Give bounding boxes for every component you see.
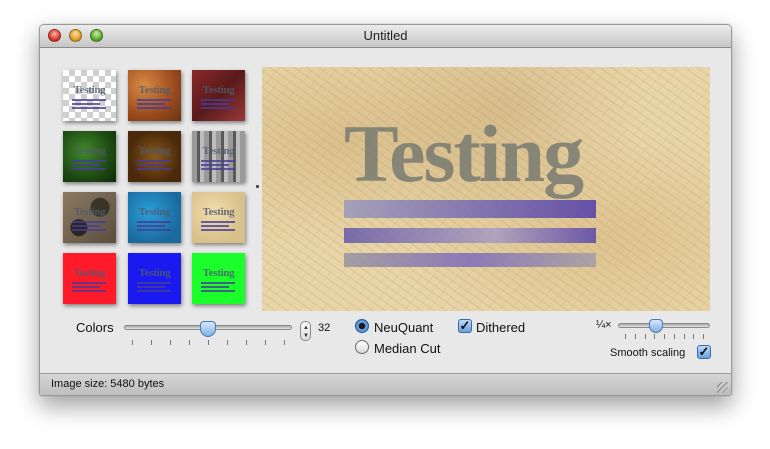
slider-tick — [644, 334, 646, 339]
smooth-scaling-label: Smooth scaling — [610, 347, 686, 359]
slider-tick — [132, 340, 133, 345]
zoom-slider[interactable] — [618, 323, 710, 328]
resize-grip-icon[interactable] — [717, 382, 728, 393]
preview-text: Testing — [344, 108, 584, 199]
stepper-down-icon[interactable]: ▼ — [302, 333, 310, 339]
zoom-slider-knob[interactable] — [649, 319, 664, 333]
slider-tick — [625, 334, 626, 339]
colors-label: Colors — [76, 320, 114, 335]
slider-tick — [265, 340, 266, 345]
neuquant-radio[interactable] — [355, 319, 369, 333]
neuquant-label: NeuQuant — [374, 320, 434, 335]
thumbnail-label: Testing — [138, 206, 171, 218]
thumbnail-maroon[interactable]: Testing — [192, 70, 245, 121]
thumbnail-label: Testing — [73, 267, 106, 279]
thumbnail-blue[interactable]: Testing — [128, 253, 181, 304]
thumbnail-rust[interactable]: Testing — [128, 70, 181, 121]
status-bar: Image size: 5480 bytes — [40, 373, 731, 395]
thumbnail-label: Testing — [202, 206, 235, 218]
preview-bar — [344, 253, 596, 267]
thumbnail-brown-texture[interactable]: Testing — [128, 131, 181, 182]
median-cut-radio[interactable] — [355, 340, 369, 354]
thumbnail-green-leaves[interactable]: Testing — [63, 131, 116, 182]
preview-bar — [344, 228, 596, 243]
image-preview: Testing — [262, 67, 710, 311]
slider-tick — [208, 340, 209, 345]
smooth-scaling-checkbox[interactable]: ✓ — [697, 345, 711, 359]
colors-stepper[interactable]: ▲ ▼ — [300, 321, 311, 341]
window-title: Untitled — [363, 28, 408, 43]
title-bar: Untitled — [40, 25, 731, 48]
slider-tick — [170, 340, 171, 345]
slider-tick — [189, 340, 190, 345]
dithered-checkbox[interactable]: ✓ — [458, 319, 472, 333]
dithered-label: Dithered — [476, 320, 526, 335]
slider-tick — [634, 334, 636, 339]
slider-tick — [664, 334, 665, 339]
thumbnail-label: Testing — [202, 84, 235, 96]
slider-tick — [673, 334, 675, 339]
slider-tick — [284, 340, 285, 345]
preview-bar — [344, 200, 596, 218]
thumbnail-label: Testing — [138, 145, 171, 157]
split-view-divider[interactable] — [256, 185, 259, 188]
slider-tick — [693, 334, 695, 339]
image-size-status: Image size: 5480 bytes — [51, 378, 165, 390]
thumbnail-stones[interactable]: Testing — [63, 192, 116, 243]
slider-tick — [227, 340, 228, 345]
thumbnail-green[interactable]: Testing — [192, 253, 245, 304]
thumbnail-label: Testing — [138, 84, 171, 96]
thumbnail-blue-water[interactable]: Testing — [128, 192, 181, 243]
median-cut-label: Median Cut — [374, 341, 441, 356]
thumbnail-red[interactable]: Testing — [63, 253, 116, 304]
slider-tick — [246, 340, 247, 345]
slider-tick — [683, 334, 685, 339]
thumbnail-label: Testing — [73, 206, 106, 218]
thumbnail-transparent[interactable]: Testing — [63, 70, 116, 121]
thumbnail-label: Testing — [202, 145, 235, 157]
thumbnail-label: Testing — [138, 267, 171, 279]
thumbnail-label: Testing — [202, 267, 235, 279]
slider-tick — [703, 334, 704, 339]
thumbnail-gray-stripes[interactable]: Testing — [192, 131, 245, 182]
stepper-up-icon[interactable]: ▲ — [302, 325, 310, 331]
zoom-label: ¼× — [596, 319, 612, 331]
colors-slider-knob[interactable] — [200, 321, 216, 337]
app-window: Untitled Testing Testing Testing Testing… — [39, 24, 732, 396]
thumbnail-parchment[interactable]: Testing — [192, 192, 245, 243]
slider-tick — [151, 340, 152, 345]
colors-value: 32 — [318, 322, 331, 334]
thumbnail-label: Testing — [73, 84, 106, 96]
slider-tick — [654, 334, 656, 339]
thumbnail-label: Testing — [73, 145, 106, 157]
